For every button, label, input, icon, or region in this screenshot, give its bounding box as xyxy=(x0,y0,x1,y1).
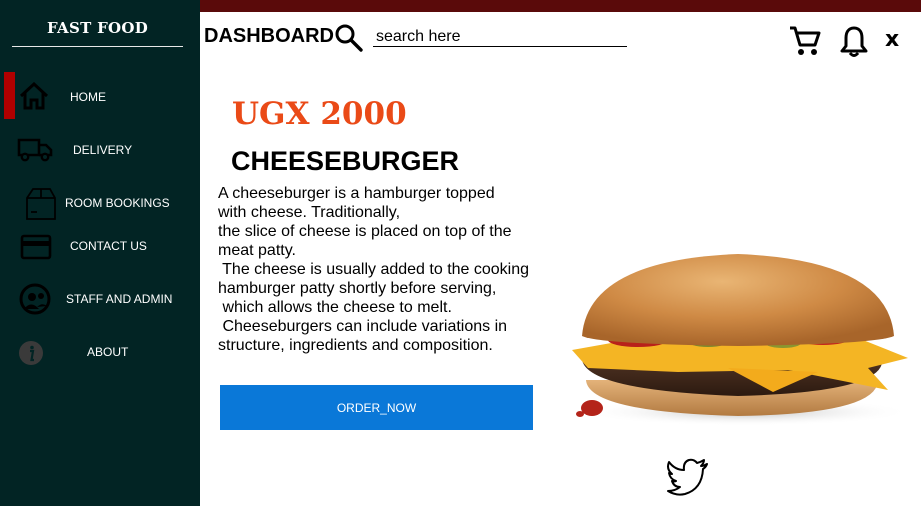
sidebar: FAST FOOD HOME DELIVERY ROOM BOOKINGS CO… xyxy=(0,0,200,506)
product-price: UGX 2000 xyxy=(232,96,407,132)
staff-icon xyxy=(19,283,51,315)
sidebar-item-label: ROOM BOOKINGS xyxy=(65,196,170,210)
description-line: which allows the cheese to melt. xyxy=(218,299,452,316)
description-line: the slice of cheese is placed on top of … xyxy=(218,223,512,240)
close-icon[interactable]: x xyxy=(885,29,899,51)
sidebar-item-label: HOME xyxy=(70,90,106,104)
bell-icon[interactable] xyxy=(840,24,868,58)
sidebar-item-delivery[interactable]: DELIVERY xyxy=(0,126,200,172)
description-line: hamburger patty shortly before serving, xyxy=(218,280,497,297)
search-icon[interactable] xyxy=(334,23,364,53)
sidebar-item-label: DELIVERY xyxy=(73,143,133,157)
sidebar-item-staff-and-admin[interactable]: STAFF AND ADMIN xyxy=(0,277,200,323)
product-name: CHEESEBURGER xyxy=(231,146,460,176)
sidebar-item-contact-us[interactable]: CONTACT US xyxy=(0,224,200,270)
twitter-icon[interactable] xyxy=(666,457,710,497)
brand-title: FAST FOOD xyxy=(12,16,183,47)
sidebar-item-about[interactable]: ABOUT xyxy=(0,330,200,376)
credit-card-icon xyxy=(20,234,52,260)
home-icon xyxy=(19,82,49,110)
cheeseburger-image xyxy=(572,254,911,425)
page-title: DASHBOARD xyxy=(204,25,334,47)
top-strip xyxy=(200,0,921,12)
sidebar-item-room-bookings[interactable]: ROOM BOOKINGS xyxy=(0,183,200,229)
description-line: The cheese is usually added to the cooki… xyxy=(218,261,530,278)
sidebar-item-label: CONTACT US xyxy=(70,239,147,253)
sidebar-item-home[interactable]: HOME xyxy=(0,72,200,119)
cart-icon[interactable] xyxy=(788,24,822,58)
description-line: meat patty. xyxy=(218,242,296,259)
sidebar-item-label: STAFF AND ADMIN xyxy=(66,292,173,306)
description-line: Cheeseburgers can include variations in xyxy=(218,318,508,335)
truck-icon xyxy=(17,138,53,162)
search-input[interactable] xyxy=(373,28,627,47)
description-line: with cheese. Traditionally, xyxy=(218,204,401,221)
order-now-button[interactable]: ORDER_NOW xyxy=(220,385,533,430)
package-icon xyxy=(26,188,56,220)
product-description: A cheeseburger is a hamburger topped wit… xyxy=(218,184,548,355)
description-line: A cheeseburger is a hamburger topped xyxy=(218,185,495,202)
info-icon xyxy=(19,341,43,365)
active-indicator xyxy=(4,72,15,119)
sidebar-item-label: ABOUT xyxy=(87,345,129,359)
description-line: structure, ingredients and composition. xyxy=(218,337,493,354)
